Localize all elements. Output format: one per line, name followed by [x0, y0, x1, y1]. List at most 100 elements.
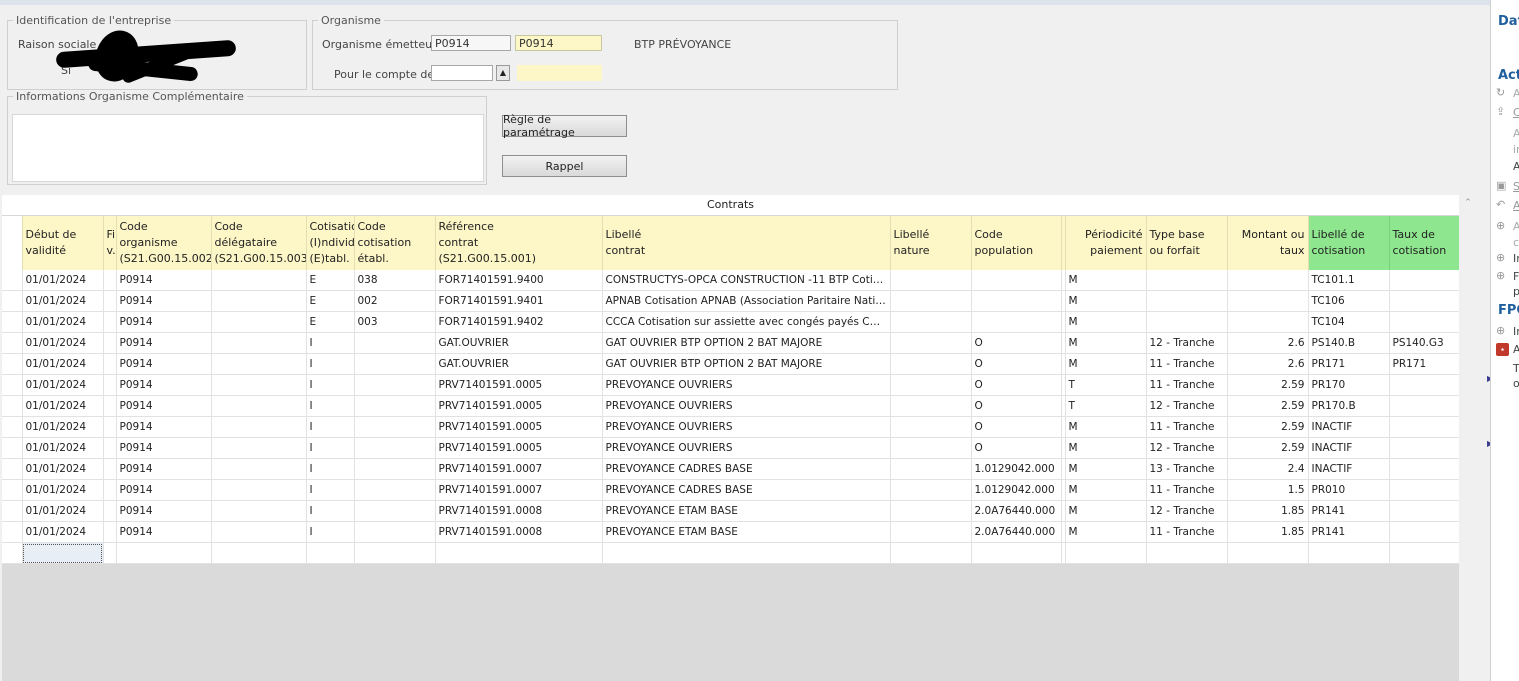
table-cell[interactable]	[211, 395, 307, 417]
table-cell[interactable]: M	[1065, 311, 1147, 333]
table-cell[interactable]: 12 - Tranche	[1146, 395, 1228, 417]
table-cell[interactable]	[211, 353, 307, 375]
table-cell[interactable]: O	[971, 395, 1062, 417]
table-cell[interactable]: P0914	[116, 332, 212, 354]
table-cell[interactable]: I	[306, 521, 355, 543]
column-header[interactable]: Code population	[971, 216, 1062, 270]
panel-action-item[interactable]: p	[1513, 285, 1519, 298]
table-cell[interactable]	[211, 479, 307, 501]
table-cell[interactable]: 038	[354, 270, 436, 291]
table-cell[interactable]: 11 - Tranche	[1146, 374, 1228, 396]
column-header[interactable]: Type base ou forfait	[1146, 216, 1228, 270]
table-cell[interactable]	[1227, 311, 1309, 333]
table-cell[interactable]	[890, 479, 972, 501]
table-cell[interactable]: 2.6	[1227, 353, 1309, 375]
table-cell[interactable]: PRV71401591.0005	[435, 437, 603, 459]
table-cell[interactable]	[354, 353, 436, 375]
panel-action-item[interactable]: A	[1513, 220, 1519, 233]
table-cell[interactable]: 12 - Tranche	[1146, 437, 1228, 459]
new-entry-cell[interactable]	[890, 542, 972, 564]
table-cell[interactable]	[890, 353, 972, 375]
table-cell[interactable]: 11 - Tranche	[1146, 353, 1228, 375]
row-selector[interactable]	[2, 500, 23, 522]
table-cell[interactable]: PR010	[1308, 479, 1390, 501]
table-cell[interactable]: INACTIF	[1308, 416, 1390, 438]
table-cell[interactable]: INACTIF	[1308, 458, 1390, 480]
table-cell[interactable]	[1389, 500, 1459, 522]
table-row[interactable]: 01/01/2024 P0914 E 002 FOR71401591.9401 APNAB…	[2, 290, 1459, 312]
table-cell[interactable]	[1389, 374, 1459, 396]
table-cell[interactable]: M	[1065, 290, 1147, 312]
table-cell[interactable]: 13 - Tranche	[1146, 458, 1228, 480]
table-cell[interactable]	[103, 353, 117, 375]
table-cell[interactable]: 1.85	[1227, 521, 1309, 543]
table-row[interactable]: 01/01/2024 P0914 I PRV71401591.0008 PREVOYAN…	[2, 521, 1459, 543]
table-cell[interactable]: PS140.G3	[1389, 332, 1459, 354]
table-row[interactable]: 01/01/2024 P0914 I PRV71401591.0007 PREVOYAN…	[2, 479, 1459, 501]
table-cell[interactable]	[890, 500, 972, 522]
table-cell[interactable]: PREVOYANCE ETAM BASE	[602, 521, 891, 543]
table-cell[interactable]	[211, 374, 307, 396]
table-cell[interactable]: I	[306, 353, 355, 375]
table-row[interactable]: 01/01/2024 P0914 I PRV71401591.0007 PREVOYAN…	[2, 458, 1459, 480]
table-row[interactable]: 01/01/2024 P0914 I PRV71401591.0005 PREVOYAN…	[2, 374, 1459, 396]
table-cell[interactable]	[1227, 270, 1309, 291]
table-row[interactable]: 01/01/2024 P0914 E 038 FOR71401591.9400 CONST…	[2, 270, 1459, 291]
table-cell[interactable]: P0914	[116, 500, 212, 522]
table-cell[interactable]: M	[1065, 416, 1147, 438]
table-cell[interactable]: GAT OUVRIER BTP OPTION 2 BAT MAJORE	[602, 353, 891, 375]
table-cell[interactable]: 01/01/2024	[22, 290, 104, 312]
table-cell[interactable]: PREVOYANCE CADRES BASE	[602, 458, 891, 480]
table-cell[interactable]: M	[1065, 500, 1147, 522]
table-cell[interactable]: 1.85	[1227, 500, 1309, 522]
table-cell[interactable]: 1.5	[1227, 479, 1309, 501]
table-cell[interactable]	[1389, 311, 1459, 333]
new-entry-cell[interactable]	[1065, 542, 1147, 564]
table-cell[interactable]	[103, 479, 117, 501]
table-cell[interactable]: O	[971, 332, 1062, 354]
new-entry-cell[interactable]	[2, 542, 23, 564]
table-cell[interactable]	[211, 458, 307, 480]
table-cell[interactable]	[1389, 521, 1459, 543]
table-cell[interactable]	[354, 395, 436, 417]
column-header[interactable]: Montant ou taux	[1227, 216, 1309, 270]
regle-parametrage-button[interactable]: Règle de paramétrage	[502, 113, 627, 139]
table-cell[interactable]: PRV71401591.0008	[435, 500, 603, 522]
table-cell[interactable]: 12 - Tranche	[1146, 500, 1228, 522]
new-entry-cell[interactable]	[211, 542, 307, 564]
table-row[interactable]: 01/01/2024 P0914 I PRV71401591.0008 PREVOYAN…	[2, 500, 1459, 522]
table-cell[interactable]: I	[306, 374, 355, 396]
table-cell[interactable]	[890, 395, 972, 417]
table-cell[interactable]	[103, 311, 117, 333]
table-cell[interactable]: 01/01/2024	[22, 416, 104, 438]
table-cell[interactable]	[103, 374, 117, 396]
table-cell[interactable]: O	[971, 416, 1062, 438]
table-cell[interactable]	[211, 290, 307, 312]
pour-le-compte-input[interactable]	[431, 65, 493, 81]
table-cell[interactable]	[354, 332, 436, 354]
table-cell[interactable]	[211, 270, 307, 291]
table-cell[interactable]	[103, 521, 117, 543]
table-cell[interactable]: 12 - Tranche	[1146, 332, 1228, 354]
table-cell[interactable]	[1227, 290, 1309, 312]
table-cell[interactable]	[890, 416, 972, 438]
table-cell[interactable]	[971, 290, 1062, 312]
table-cell[interactable]: P0914	[116, 416, 212, 438]
column-header[interactable]: Cotisatic (I)ndivid (E)tabl.	[306, 216, 355, 270]
table-cell[interactable]	[890, 521, 972, 543]
table-cell[interactable]: I	[306, 332, 355, 354]
table-cell[interactable]: M	[1065, 458, 1147, 480]
table-cell[interactable]: TC106	[1308, 290, 1390, 312]
table-cell[interactable]	[354, 521, 436, 543]
table-cell[interactable]: I	[306, 458, 355, 480]
table-cell[interactable]: PREVOYANCE OUVRIERS	[602, 416, 891, 438]
row-selector[interactable]	[2, 290, 23, 312]
table-cell[interactable]	[1146, 290, 1228, 312]
organisme-emetteur-code-input[interactable]: P0914	[515, 35, 602, 51]
table-cell[interactable]	[103, 270, 117, 291]
table-cell[interactable]	[211, 437, 307, 459]
table-cell[interactable]: 01/01/2024	[22, 479, 104, 501]
table-row[interactable]: 01/01/2024 P0914 I PRV71401591.0005 PREVOYAN…	[2, 437, 1459, 459]
column-header[interactable]: Libellé nature	[890, 216, 972, 270]
table-cell[interactable]: P0914	[116, 353, 212, 375]
